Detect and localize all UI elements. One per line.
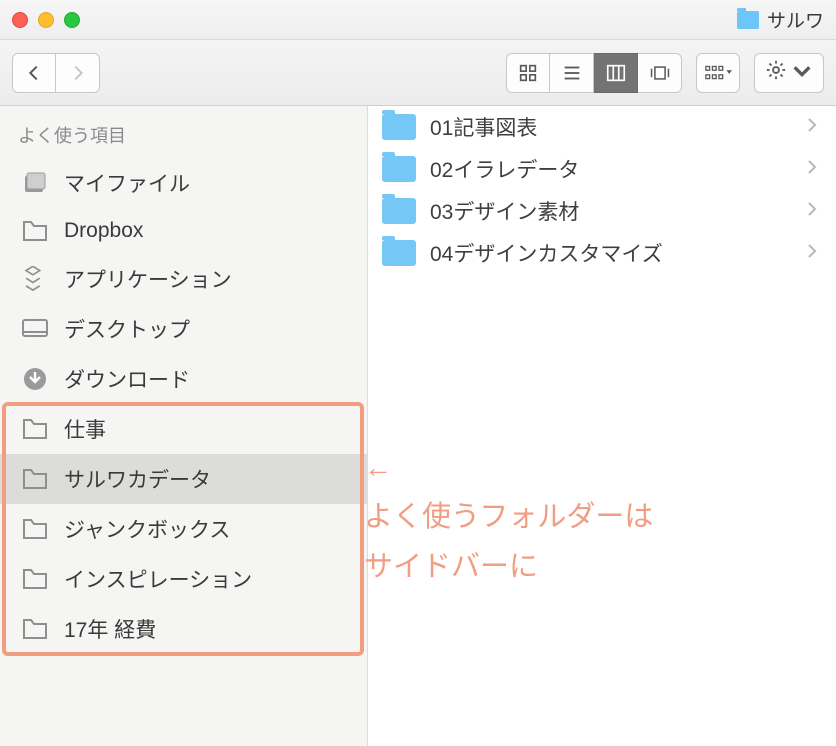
close-window-button[interactable] [12, 12, 28, 28]
sidebar-item-label: 仕事 [64, 414, 106, 444]
folder-outline-icon [20, 616, 50, 642]
sidebar-item[interactable]: Dropbox [0, 208, 367, 254]
folder-icon [382, 198, 416, 224]
chevron-right-icon [806, 201, 818, 222]
folder-outline-icon [20, 516, 50, 542]
sidebar-item-label: マイファイル [64, 168, 190, 198]
sidebar-item[interactable]: 17年 経費 [0, 604, 367, 654]
view-columns-button[interactable] [594, 53, 638, 93]
folder-item[interactable]: 03デザイン素材 [368, 190, 836, 232]
sidebar-item[interactable]: ジャンクボックス [0, 504, 367, 554]
chevron-right-icon [806, 117, 818, 138]
folder-item[interactable]: 01記事図表 [368, 106, 836, 148]
view-coverflow-button[interactable] [638, 53, 682, 93]
view-list-button[interactable] [550, 53, 594, 93]
chevron-right-icon [806, 159, 818, 180]
sidebar-item[interactable]: デスクトップ [0, 304, 367, 354]
folder-outline-icon [20, 566, 50, 592]
window-titlebar: サルワ [0, 0, 836, 40]
sidebar-item[interactable]: インスピレーション [0, 554, 367, 604]
doc-stack-icon [20, 170, 50, 196]
sidebar-item-label: Dropbox [64, 219, 143, 243]
gear-icon [765, 59, 787, 86]
sidebar-item-label: ダウンロード [64, 364, 190, 394]
folder-icon [382, 114, 416, 140]
toolbar [0, 40, 836, 106]
sidebar: よく使う項目 マイファイル Dropbox アプリケーションデスクトップダウンロード… [0, 106, 368, 746]
folder-name: 04デザインカスタマイズ [430, 238, 792, 268]
sidebar-item-label: 17年 経費 [64, 614, 156, 644]
file-column: 01記事図表 02イラレデータ 03デザイン素材 04デザインカスタマイズ [368, 106, 836, 746]
folder-item[interactable]: 04デザインカスタマイズ [368, 232, 836, 274]
folder-icon [382, 156, 416, 182]
folder-icon [382, 240, 416, 266]
sidebar-item-label: サルワカデータ [64, 464, 211, 494]
sidebar-item[interactable]: マイファイル [0, 158, 367, 208]
back-button[interactable] [12, 53, 56, 93]
arrange-button[interactable] [696, 53, 740, 93]
folder-name: 02イラレデータ [430, 154, 792, 184]
action-menu-button[interactable] [754, 53, 824, 93]
traffic-lights [12, 12, 80, 28]
sidebar-item[interactable]: サルワカデータ [0, 454, 367, 504]
sidebar-item[interactable]: アプリケーション [0, 254, 367, 304]
sidebar-item[interactable]: ダウンロード [0, 354, 367, 404]
desktop-icon [20, 316, 50, 342]
minimize-window-button[interactable] [38, 12, 54, 28]
view-mode-segment [506, 53, 682, 93]
folder-outline-icon [20, 466, 50, 492]
sidebar-item-label: ジャンクボックス [64, 514, 230, 544]
folder-name: 01記事図表 [430, 112, 792, 142]
chevron-right-icon [806, 243, 818, 264]
sidebar-item[interactable]: 仕事 [0, 404, 367, 454]
folder-outline-icon [20, 218, 50, 244]
sidebar-section-header: よく使う項目 [0, 116, 367, 158]
chevron-down-icon [791, 60, 813, 85]
sidebar-item-label: インスピレーション [64, 564, 252, 594]
folder-outline-icon [20, 416, 50, 442]
zoom-window-button[interactable] [64, 12, 80, 28]
apps-icon [20, 266, 50, 292]
forward-button[interactable] [56, 53, 100, 93]
view-icons-button[interactable] [506, 53, 550, 93]
sidebar-item-label: アプリケーション [64, 264, 232, 294]
window-title: サルワ [767, 6, 824, 33]
title-folder-icon [737, 11, 759, 29]
folder-item[interactable]: 02イラレデータ [368, 148, 836, 190]
sidebar-item-label: デスクトップ [64, 314, 190, 344]
folder-name: 03デザイン素材 [430, 196, 792, 226]
download-icon [20, 366, 50, 392]
